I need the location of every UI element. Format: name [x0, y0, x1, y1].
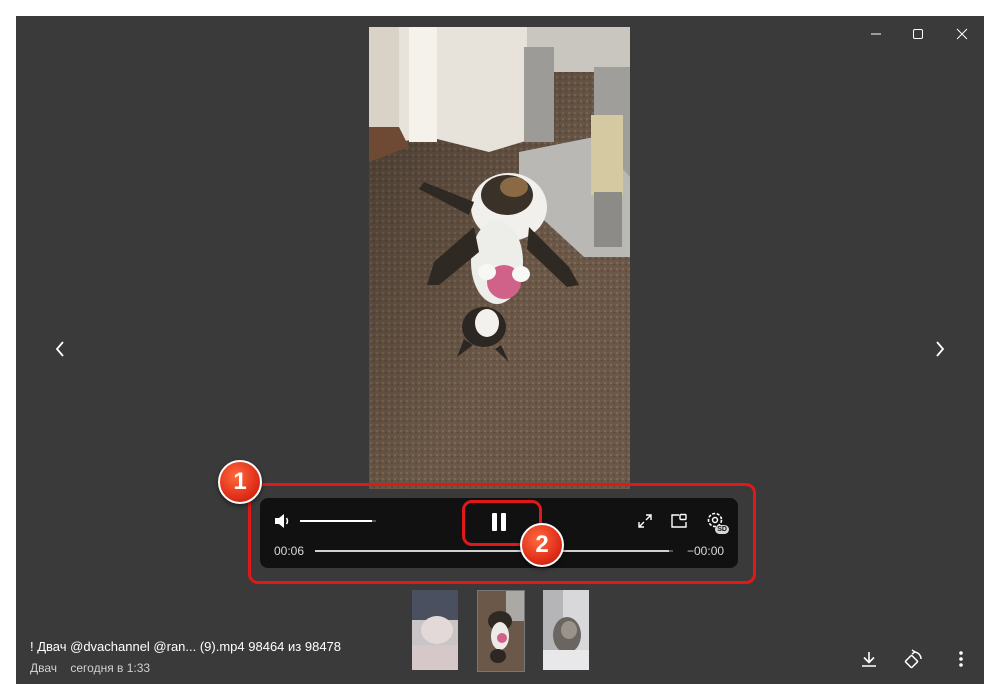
volume-track [300, 520, 376, 522]
video-controls: SD 00:06 −00:00 [260, 498, 738, 568]
thumbnail-1[interactable] [412, 590, 458, 670]
video-frame[interactable] [369, 27, 630, 489]
video-picture [369, 27, 630, 489]
next-media-button[interactable] [925, 334, 955, 364]
step-marker-2: 2 [520, 523, 564, 567]
thumbnail-picture [478, 591, 524, 671]
chevron-right-icon [936, 341, 945, 357]
more-vertical-icon [959, 651, 963, 667]
fullscreen-button[interactable] [634, 510, 656, 532]
volume-button[interactable] [272, 510, 294, 532]
close-icon [956, 28, 968, 40]
thumbnail-picture [543, 590, 589, 670]
chevron-left-icon [55, 341, 64, 357]
seek-track [315, 550, 673, 552]
more-options-button[interactable] [948, 646, 974, 672]
author-name[interactable]: Двач [30, 661, 57, 675]
picture-in-picture-icon [671, 513, 687, 528]
minimize-icon [871, 33, 881, 35]
settings-button[interactable]: SD [702, 508, 730, 534]
media-viewer-window: SD 00:06 −00:00 1 2 ! Двач @dvachannel @… [16, 16, 984, 684]
picture-in-picture-button[interactable] [668, 510, 690, 532]
seek-bar[interactable] [315, 542, 673, 560]
speaker-icon [275, 514, 289, 528]
seek-progress [315, 550, 670, 552]
remaining-time: −00:00 [687, 544, 725, 558]
thumbnail-2-current[interactable] [477, 590, 525, 672]
volume-level [300, 520, 373, 522]
pause-icon [492, 513, 506, 531]
media-caption-title: ! Двач @dvachannel @ran... (9).mp4 98464… [30, 639, 342, 654]
rotate-button[interactable] [901, 646, 927, 672]
close-button[interactable] [948, 24, 976, 44]
thumbnail-picture [412, 590, 458, 670]
maximize-icon [913, 29, 923, 39]
rotate-icon [904, 649, 922, 669]
thumbnail-3[interactable] [543, 590, 589, 670]
previous-media-button[interactable] [45, 334, 75, 364]
volume-slider[interactable] [300, 512, 376, 530]
download-icon [862, 652, 876, 667]
expand-icon [638, 514, 652, 528]
step-marker-1: 1 [218, 460, 262, 504]
current-time: 00:06 [274, 544, 305, 558]
minimize-button[interactable] [862, 24, 890, 44]
maximize-button[interactable] [904, 24, 932, 44]
pause-button[interactable] [486, 509, 512, 535]
quality-badge: SD [715, 525, 729, 534]
post-date[interactable]: сегодня в 1:33 [70, 661, 150, 675]
media-caption-meta: Двач сегодня в 1:33 [30, 661, 160, 675]
download-button[interactable] [856, 646, 882, 672]
